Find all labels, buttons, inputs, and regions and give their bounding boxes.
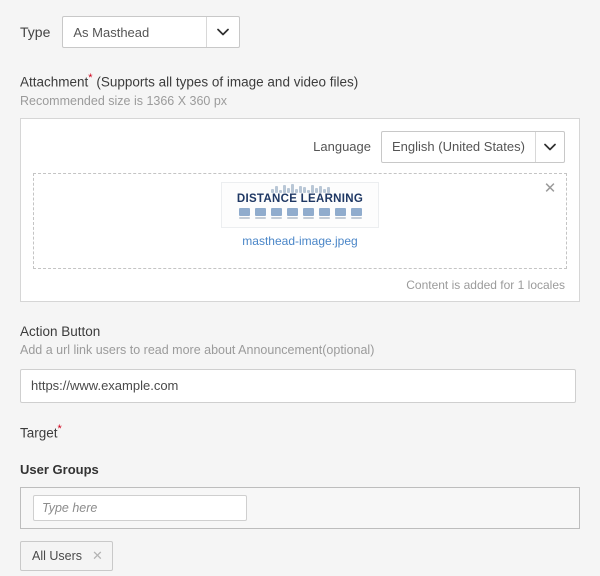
thumbnail-image: DISTANCE LEARNING bbox=[221, 181, 379, 228]
chevron-down-icon bbox=[206, 17, 239, 47]
action-url-input[interactable] bbox=[20, 368, 576, 403]
action-button-label: Action Button bbox=[20, 323, 101, 339]
user-group-chip[interactable]: All Users ✕ bbox=[20, 541, 113, 571]
type-select-value: As Masthead bbox=[73, 24, 150, 40]
attachment-label: Attachment bbox=[20, 74, 89, 90]
language-row: Language English (United States) bbox=[21, 119, 579, 173]
attachment-hint: (Supports all types of image and video f… bbox=[96, 74, 359, 90]
type-label: Type bbox=[20, 24, 51, 40]
user-groups-chip-row: All Users ✕ bbox=[20, 541, 600, 571]
attachment-preview: DISTANCE LEARNING masthead-image.jpeg bbox=[34, 181, 566, 248]
type-row: Type As Masthead bbox=[0, 0, 600, 48]
required-asterisk: * bbox=[88, 72, 93, 84]
banner-title: DISTANCE LEARNING bbox=[236, 192, 364, 205]
banner-icon bbox=[254, 207, 266, 219]
close-icon[interactable]: ✕ bbox=[92, 550, 103, 563]
user-groups-label: User Groups bbox=[20, 462, 99, 477]
attachment-dropzone[interactable]: ✕ DISTANCE LEARNING masthead-image.jpeg bbox=[33, 172, 567, 269]
banner-icon bbox=[302, 207, 314, 219]
chevron-down-icon bbox=[534, 131, 564, 162]
attachment-footer-text: Content is added for 1 locales bbox=[406, 277, 565, 292]
banner-icon-row bbox=[238, 207, 362, 219]
type-select[interactable]: As Masthead bbox=[62, 16, 241, 48]
language-select[interactable]: English (United States) bbox=[381, 130, 565, 163]
banner-icon bbox=[286, 207, 298, 219]
attachment-heading-group: Attachment* (Supports all types of image… bbox=[0, 72, 600, 108]
required-asterisk: * bbox=[57, 422, 62, 435]
attachment-recommendation: Recommended size is 1366 X 360 px bbox=[20, 93, 228, 108]
banner-decoration bbox=[260, 183, 340, 193]
language-select-value: English (United States) bbox=[392, 139, 525, 154]
language-label: Language bbox=[313, 139, 371, 154]
action-button-heading-group: Action Button Add a url link users to re… bbox=[0, 324, 600, 357]
banner-icon bbox=[334, 207, 346, 219]
banner-icon bbox=[350, 207, 362, 219]
chip-label: All Users bbox=[32, 549, 83, 563]
banner-icon bbox=[238, 207, 250, 219]
attachment-panel: Language English (United States) ✕ DISTA… bbox=[20, 117, 580, 302]
banner-icon bbox=[270, 207, 282, 219]
user-groups-container bbox=[20, 487, 580, 529]
user-groups-input[interactable] bbox=[33, 495, 247, 521]
attachment-file-link[interactable]: masthead-image.jpeg bbox=[242, 234, 357, 248]
target-label-row: Target* bbox=[20, 423, 580, 441]
banner-icon bbox=[318, 207, 330, 219]
attachment-label-row: Attachment* (Supports all types of image… bbox=[20, 72, 580, 90]
target-label: Target bbox=[20, 425, 58, 440]
target-heading-group: Target* User Groups bbox=[0, 423, 600, 478]
action-button-hint: Add a url link users to read more about … bbox=[20, 342, 375, 357]
